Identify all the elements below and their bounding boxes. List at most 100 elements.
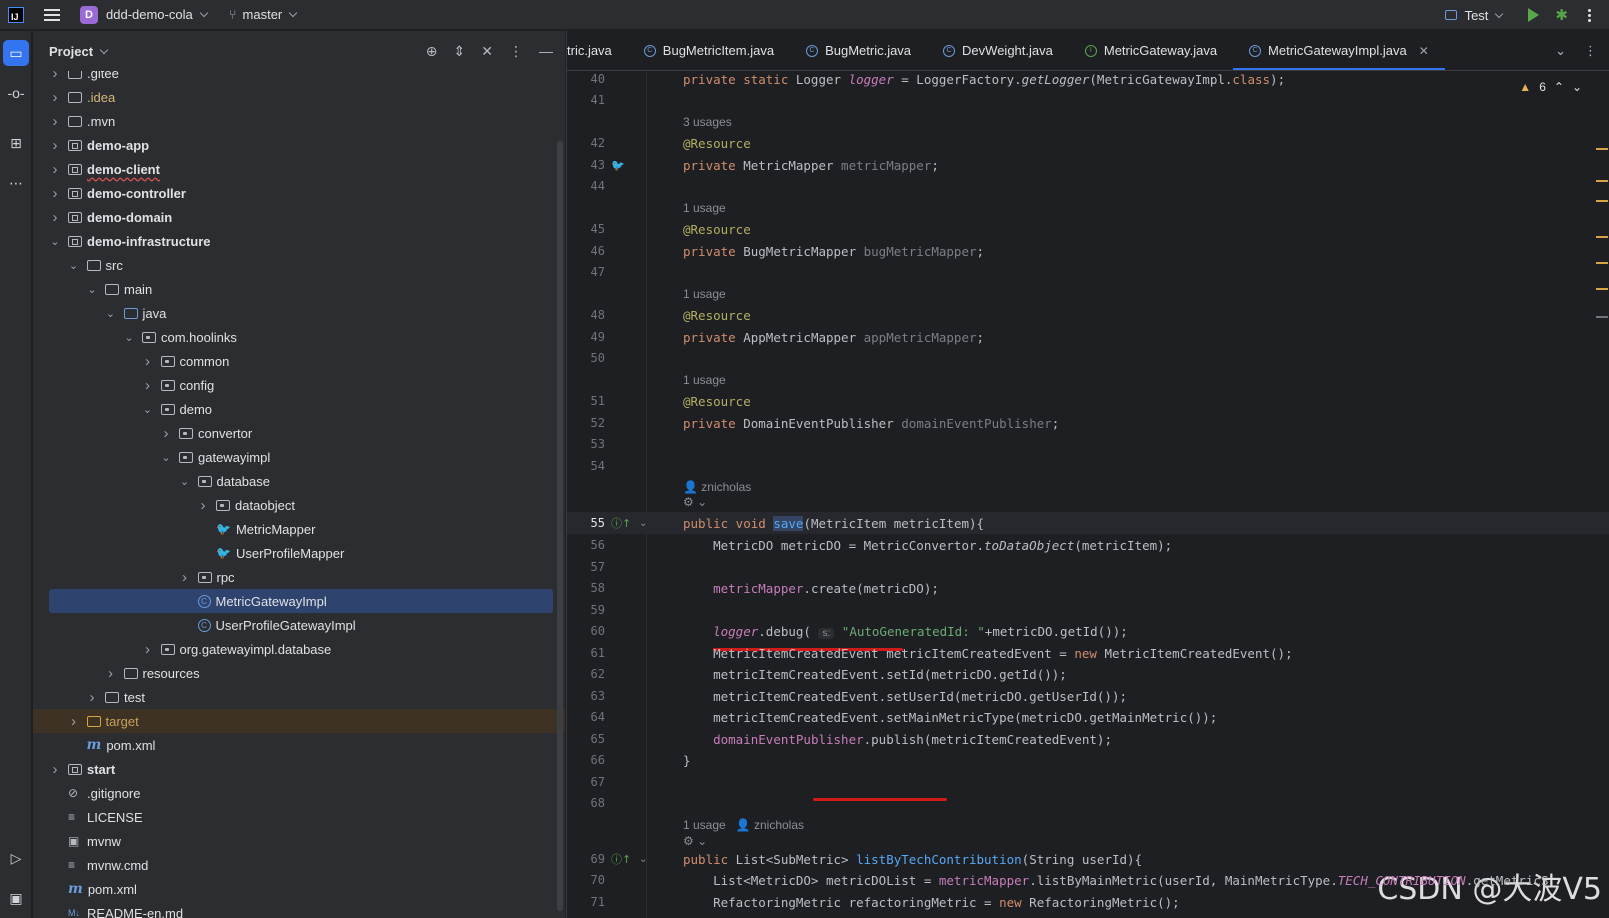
tree-item[interactable]: ⌄ gatewayimpl bbox=[33, 445, 565, 469]
code-text[interactable]: private AppMetricMapper appMetricMapper; bbox=[683, 330, 984, 345]
inlay-hint-line[interactable]: 1 usage bbox=[567, 197, 1609, 219]
line-number[interactable]: 58 bbox=[567, 581, 605, 595]
usage-hint[interactable]: ⚙ ⌄ bbox=[683, 834, 707, 848]
code-text[interactable]: List<MetricDO> metricDOList = metricMapp… bbox=[683, 873, 1548, 888]
tree-item[interactable]: › common bbox=[33, 349, 565, 373]
collapse-all-icon[interactable]: ✕ bbox=[481, 43, 493, 60]
project-badge[interactable]: D bbox=[80, 5, 98, 24]
chevron-right-icon[interactable]: › bbox=[141, 377, 155, 394]
mybatis-gutter-icon[interactable]: 🐦 bbox=[611, 159, 625, 172]
code-line[interactable]: 66} bbox=[567, 749, 1609, 771]
tree-item[interactable]: C UserProfileGatewayImpl bbox=[33, 613, 565, 637]
usage-hint[interactable]: 1 usage bbox=[683, 373, 726, 387]
structure-tool-icon[interactable]: ⊞ bbox=[3, 130, 29, 156]
close-tab-icon[interactable]: ✕ bbox=[1419, 44, 1429, 58]
code-line[interactable]: 53 bbox=[567, 433, 1609, 455]
tree-item[interactable]: › rpc bbox=[33, 565, 565, 589]
code-line[interactable]: 56 MetricDO metricDO = MetricConvertor.t… bbox=[567, 534, 1609, 556]
line-number[interactable]: 48 bbox=[567, 308, 605, 322]
project-scrollbar[interactable] bbox=[557, 141, 563, 911]
usage-hint[interactable]: 3 usages bbox=[683, 115, 732, 129]
tree-item[interactable]: › .mvn bbox=[33, 109, 565, 133]
code-text[interactable]: metricItemCreatedEvent.setMainMetricType… bbox=[683, 710, 1217, 725]
expand-all-icon[interactable]: ⇕ bbox=[454, 43, 466, 60]
chevron-right-icon[interactable]: › bbox=[141, 353, 155, 370]
line-number[interactable]: 46 bbox=[567, 244, 605, 258]
options-icon[interactable]: ⋮ bbox=[509, 43, 523, 60]
code-line[interactable]: 44 bbox=[567, 175, 1609, 197]
tree-item[interactable]: M↓ README-en.md bbox=[33, 901, 565, 918]
chevron-right-icon[interactable]: › bbox=[141, 641, 155, 658]
usage-hint[interactable]: ⚙ ⌄ bbox=[683, 495, 707, 509]
tree-item[interactable]: › config bbox=[33, 373, 565, 397]
terminal-tool-icon[interactable]: ▣ bbox=[3, 885, 29, 911]
tab-list-chevron-icon[interactable]: ⌄ bbox=[1555, 43, 1566, 59]
chevron-right-icon[interactable]: › bbox=[48, 89, 62, 106]
code-line[interactable]: 62 metricItemCreatedEvent.setId(metricDO… bbox=[567, 663, 1609, 685]
line-number[interactable]: 70 bbox=[567, 873, 605, 887]
more-tools-icon[interactable]: ⋯ bbox=[3, 170, 29, 196]
line-number[interactable]: 53 bbox=[567, 437, 605, 451]
chevron-right-icon[interactable]: › bbox=[159, 425, 173, 442]
line-number[interactable]: 43 bbox=[567, 158, 605, 172]
commit-tool-icon[interactable]: -o- bbox=[3, 80, 29, 106]
run-icon[interactable] bbox=[1528, 8, 1540, 22]
code-text[interactable]: metricItemCreatedEvent.setUserId(metricD… bbox=[683, 689, 1127, 704]
chevron-right-icon[interactable]: › bbox=[67, 713, 81, 730]
tree-item[interactable]: › start bbox=[33, 757, 565, 781]
line-number[interactable]: 61 bbox=[567, 646, 605, 660]
chevron-right-icon[interactable]: › bbox=[48, 761, 62, 778]
tree-item[interactable]: › demo-domain bbox=[33, 205, 565, 229]
code-line[interactable]: 52 private DomainEventPublisher domainEve… bbox=[567, 412, 1609, 434]
locate-icon[interactable]: ⊕ bbox=[426, 43, 438, 60]
implements-gutter-icon[interactable]: ⓘ↑ bbox=[611, 851, 631, 867]
inlay-hint-line[interactable]: ⚙ ⌄ bbox=[567, 491, 1609, 513]
code-text[interactable]: @Resource bbox=[683, 308, 751, 323]
main-menu-icon[interactable] bbox=[44, 8, 60, 21]
code-line[interactable]: 71 RefactoringMetric refactoringMetric =… bbox=[567, 891, 1609, 913]
inlay-hint-line[interactable]: 1 usage bbox=[567, 283, 1609, 305]
tree-item[interactable]: › .gitee bbox=[33, 71, 565, 85]
tree-item[interactable]: › convertor bbox=[33, 421, 565, 445]
line-number[interactable]: 56 bbox=[567, 538, 605, 552]
line-number[interactable]: 69 bbox=[567, 852, 605, 866]
code-line[interactable]: 49 private AppMetricMapper appMetricMappe… bbox=[567, 326, 1609, 348]
run-config-dropdown[interactable]: Test bbox=[1465, 8, 1489, 23]
usage-hint[interactable]: 1 usage bbox=[683, 287, 726, 301]
usage-hint[interactable]: 1 usage bbox=[683, 201, 726, 215]
tree-item[interactable]: ⌄ database bbox=[33, 469, 565, 493]
line-number[interactable]: 44 bbox=[567, 179, 605, 193]
code-line[interactable]: 58 metricMapper.create(metricDO); bbox=[567, 577, 1609, 599]
chevron-down-icon[interactable]: ⌄ bbox=[159, 451, 173, 464]
code-line[interactable]: 46 private BugMetricMapper bugMetricMappe… bbox=[567, 240, 1609, 262]
code-text[interactable]: public List<SubMetric> listByTechContrib… bbox=[683, 852, 1142, 867]
code-text[interactable]: metricItemCreatedEvent.setId(metricDO.ge… bbox=[683, 667, 1067, 682]
code-line[interactable]: 70 List<MetricDO> metricDOList = metricM… bbox=[567, 869, 1609, 891]
tree-item[interactable]: ⌄ java bbox=[33, 301, 565, 325]
tree-item[interactable]: › demo-client bbox=[33, 157, 565, 181]
code-text[interactable]: MetricItemCreatedEvent metricItemCreated… bbox=[683, 646, 1293, 661]
tree-item[interactable]: › org.gatewayimpl.database bbox=[33, 637, 565, 661]
tree-item[interactable]: ⊘ .gitignore bbox=[33, 781, 565, 805]
chevron-right-icon[interactable]: › bbox=[48, 209, 62, 226]
chevron-down-icon[interactable]: ⌄ bbox=[85, 283, 99, 296]
editor-tab[interactable]: tric.java bbox=[567, 31, 628, 70]
tree-item[interactable]: ▣ mvnw bbox=[33, 829, 565, 853]
project-tool-icon[interactable]: ▭ bbox=[3, 40, 29, 66]
inlay-hint-line[interactable]: 1 usage bbox=[567, 369, 1609, 391]
code-line[interactable]: 57 bbox=[567, 556, 1609, 578]
chevron-right-icon[interactable]: › bbox=[48, 113, 62, 130]
chevron-down-icon[interactable] bbox=[1495, 9, 1504, 18]
code-line[interactable]: 65 domainEventPublisher.publish(metricIt… bbox=[567, 728, 1609, 750]
hide-icon[interactable]: — bbox=[539, 43, 553, 59]
chevron-down-icon[interactable]: ⌄ bbox=[141, 403, 155, 416]
tree-item[interactable]: 🐦 MetricMapper bbox=[33, 517, 565, 541]
more-actions-icon[interactable] bbox=[1588, 8, 1591, 22]
line-number[interactable]: 45 bbox=[567, 222, 605, 236]
chevron-down-icon[interactable]: ⌄ bbox=[122, 331, 136, 344]
code-line[interactable]: 68 bbox=[567, 792, 1609, 814]
code-text[interactable]: domainEventPublisher.publish(metricItemC… bbox=[683, 732, 1112, 747]
fold-icon[interactable]: ⌄ bbox=[639, 854, 647, 865]
chevron-down-icon[interactable]: ⌄ bbox=[104, 307, 118, 320]
editor-tab[interactable]: C BugMetricItem.java bbox=[628, 31, 790, 70]
